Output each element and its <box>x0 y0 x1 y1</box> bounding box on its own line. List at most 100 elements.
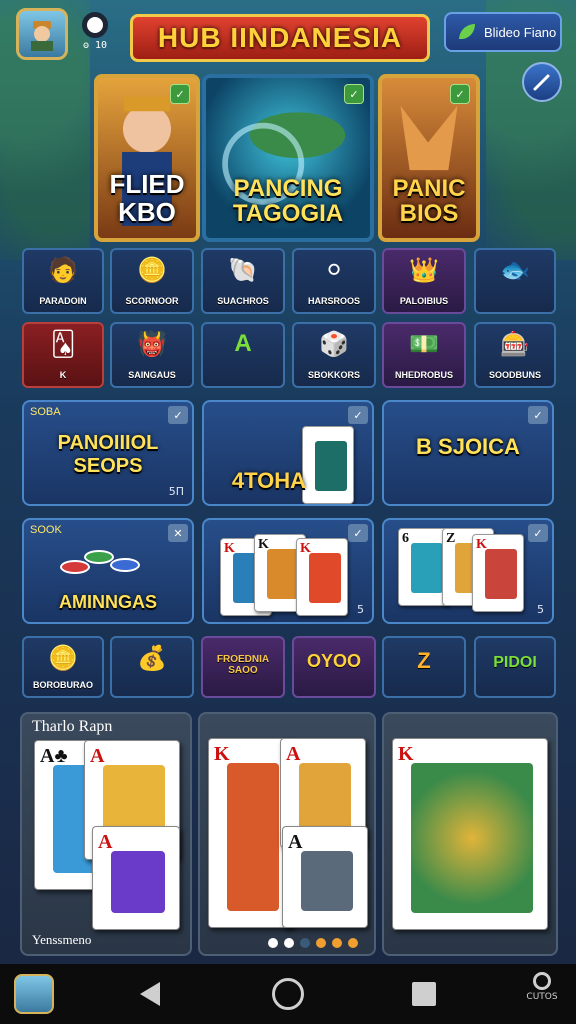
game-tile-r2-2[interactable]: 👹 SAINGAUS <box>110 322 194 388</box>
game-tile-r2-5[interactable]: 💵 NHEDROBUS <box>382 322 466 388</box>
playing-card-icon: K <box>472 534 524 612</box>
card-panel-2[interactable]: K A A <box>198 712 376 956</box>
game-card-m2-1[interactable]: SOOK ✕ AMINNGAS <box>22 518 194 624</box>
card-panel-1[interactable]: Tharlo Rapn A♣ A A Yenssmeno <box>20 712 192 956</box>
search-label: CUTOS <box>526 992 558 1002</box>
letter-a-icon: A <box>234 330 252 357</box>
tile-label: SBOKKORS <box>307 370 360 380</box>
tile-label: SOODBUNS <box>488 370 541 380</box>
game-tile-r1-4[interactable]: ⚪ HARSROOS <box>292 248 376 314</box>
featured-label: PANIC BIOS <box>392 174 466 227</box>
card-title: B SJOICA <box>416 434 520 459</box>
menu-round-button[interactable] <box>522 62 562 102</box>
game-tile-r1-1[interactable]: 🧑 PARADOIN <box>22 248 104 314</box>
tile-label: SUACHROS <box>217 296 269 306</box>
game-tile-r3-5[interactable]: Z <box>382 636 466 698</box>
game-tile-r3-2[interactable]: 💰 <box>110 636 194 698</box>
panel-footer: Yenssmeno <box>32 932 92 947</box>
check-icon[interactable]: ✓ <box>168 406 188 424</box>
game-tile-r3-1[interactable]: 🪙 BOROBURAO <box>22 636 104 698</box>
tile-label: SAINGAUS <box>128 370 176 380</box>
recent-apps-icon[interactable] <box>412 982 436 1006</box>
back-icon[interactable] <box>140 982 160 1006</box>
tile-label: BOROBURAO <box>33 680 93 690</box>
check-icon[interactable]: ✓ <box>528 406 548 424</box>
featured-game-card-2[interactable]: ✓ PANCING TAGOGIA <box>202 74 374 242</box>
page-dot[interactable] <box>300 938 310 948</box>
game-card-m2-3[interactable]: ✓ 6 Z K 5 <box>382 518 554 624</box>
playing-card-icon: A <box>282 826 368 928</box>
card-icon: 🂡 <box>50 330 76 358</box>
game-tile-r3-3[interactable]: FROEDNIA SAOO <box>201 636 285 698</box>
app-shortcut-avatar-icon[interactable] <box>14 974 54 1014</box>
page-indicator[interactable] <box>268 938 358 948</box>
game-tile-r1-2[interactable]: 🪙 SCORNOOR <box>110 248 194 314</box>
video-button-label: Blideo Fiano <box>484 24 557 40</box>
card-corner-label: SOBA <box>30 406 61 418</box>
game-tile-r1-3[interactable]: 🐚 SUACHROS <box>201 248 285 314</box>
close-icon[interactable]: ✕ <box>168 524 188 542</box>
monster-icon: 👹 <box>137 330 167 358</box>
coin-count: ʘ 10 <box>82 40 108 51</box>
featured-label: FLIED KBO <box>109 169 185 227</box>
tile-label: HARSROOS <box>307 296 360 306</box>
check-icon[interactable]: ✓ <box>528 524 548 542</box>
machine-icon: 🎰 <box>500 330 530 358</box>
panel-title: Tharlo Rapn <box>32 718 113 735</box>
search-button[interactable]: CUTOS <box>520 972 564 1016</box>
check-icon[interactable]: ✓ <box>348 524 368 542</box>
fish-icon: 🐟 <box>500 256 530 284</box>
card-title: 4TOHA <box>231 468 307 493</box>
app-title: HUB IINDANESIA <box>130 14 430 62</box>
tile-label: OYOO <box>306 651 361 671</box>
sword-icon <box>533 74 550 91</box>
page-dot[interactable] <box>332 938 342 948</box>
game-tile-r2-6[interactable]: 🎰 SOODBUNS <box>474 322 556 388</box>
game-card-m1-1[interactable]: SOBA ✓ PANOIIIOL SEOPS 5Π <box>22 400 194 506</box>
tile-label: PARADOIN <box>39 296 87 306</box>
card-foot: 5Π <box>168 485 184 498</box>
tile-label: PIDOI <box>493 654 537 671</box>
page-dot[interactable] <box>348 938 358 948</box>
featured-game-card-3[interactable]: ✓ PANIC BIOS <box>378 74 480 242</box>
card-panel-3[interactable]: K <box>382 712 558 956</box>
chips-stack-icon <box>60 546 160 586</box>
card-title: PANOIIIOL SEOPS <box>57 432 159 477</box>
game-card-m2-2[interactable]: ✓ K K K 5 <box>202 518 374 624</box>
game-tile-r2-3[interactable]: A <box>201 322 285 388</box>
home-icon[interactable] <box>272 978 304 1010</box>
profile-avatar-button[interactable] <box>16 8 68 60</box>
featured-badge-icon: ✓ <box>170 84 190 104</box>
system-nav-bar: CUTOS <box>0 964 576 1024</box>
video-button[interactable]: Blideo Fiano <box>444 12 562 52</box>
page-dot[interactable] <box>268 938 278 948</box>
tile-label: Z <box>417 648 431 673</box>
game-tile-r3-6[interactable]: PIDOI <box>474 636 556 698</box>
game-tile-r2-4[interactable]: 🎲 SBOKKORS <box>292 322 376 388</box>
featured-badge-icon: ✓ <box>450 84 470 104</box>
page-dot[interactable] <box>316 938 326 948</box>
card-foot: 5 <box>537 603 544 616</box>
card-corner-label: SOOK <box>30 524 62 536</box>
featured-game-card-1[interactable]: ✓ FLIED KBO <box>94 74 200 242</box>
bills-icon: 💵 <box>409 330 439 358</box>
game-card-m1-2[interactable]: ✓ 4TOHA <box>202 400 374 506</box>
check-icon[interactable]: ✓ <box>348 406 368 424</box>
game-tile-r2-1[interactable]: 🂡 K <box>22 322 104 388</box>
plate-icon: ⚪ <box>323 256 345 284</box>
featured-badge-icon: ✓ <box>344 84 364 104</box>
search-icon <box>533 972 551 990</box>
tile-label: NHEDROBUS <box>394 370 453 380</box>
game-tile-r1-5[interactable]: 👑 PALOIBIUS <box>382 248 466 314</box>
coin-badge[interactable]: ʘ 10 <box>80 12 110 58</box>
game-card-m1-3[interactable]: ✓ B SJOICA <box>382 400 554 506</box>
coin-icon <box>82 12 108 38</box>
game-tile-r3-4[interactable]: OYOO <box>292 636 376 698</box>
top-header: ʘ 10 HUB IINDANESIA Blideo Fiano <box>0 0 576 102</box>
page-dot[interactable] <box>284 938 294 948</box>
game-tile-r1-6[interactable]: 🐟 <box>474 248 556 314</box>
explorer-avatar-icon <box>31 21 53 51</box>
featured-label: PANCING TAGOGIA <box>232 174 344 227</box>
tile-label: FROEDNIA SAOO <box>216 654 270 676</box>
person-icon: 🧑 <box>48 256 78 284</box>
